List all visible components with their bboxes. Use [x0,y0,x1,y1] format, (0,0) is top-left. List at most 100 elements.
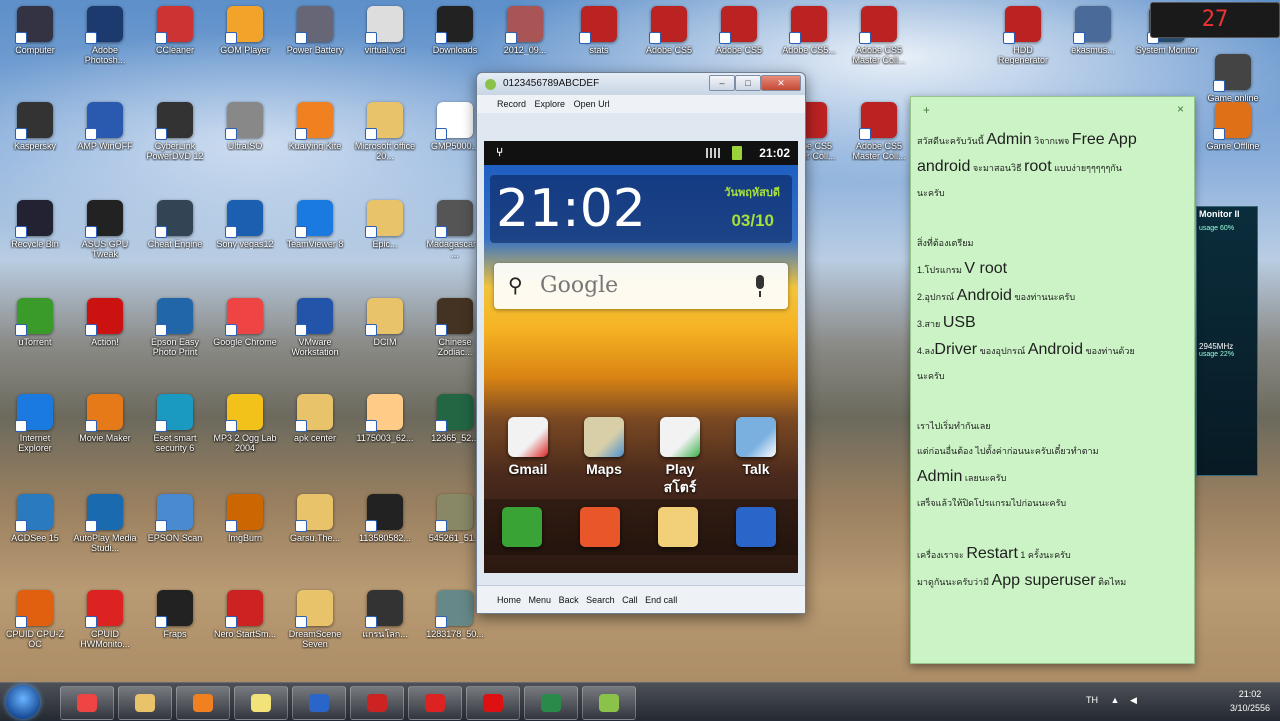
menu-record[interactable]: Record [497,99,526,109]
desktop-icon[interactable]: 2012_09... [492,4,558,55]
desktop-icon[interactable]: Epson Easy Photo Print [142,296,208,357]
app-gmail[interactable]: Gmail [496,417,560,477]
phone-icon[interactable] [502,507,542,547]
taskbar-network-button[interactable] [292,686,346,720]
home-button[interactable]: Home [497,595,521,605]
desktop-icon[interactable]: GOM Player [212,4,278,55]
phone-screen[interactable]: ⑂ 21:02 21:02 วันพฤหัสบดี 03/10 ⚲ Google… [484,141,798,573]
desktop-icon[interactable]: Kaspersky [2,100,68,151]
desktop-icon[interactable]: ACDSee 15 [2,492,68,543]
desktop-icon[interactable]: Garsu.The... [282,492,348,543]
desktop-icon[interactable]: Eset smart security 6 [142,392,208,453]
desktop-icon[interactable]: ASUS GPU Tweak [72,198,138,259]
desktop-icon[interactable]: TeamViewer 8 [282,198,348,249]
app-talk[interactable]: Talk [724,417,788,477]
clock[interactable]: 21:02 3/10/2556 [1230,687,1270,715]
desktop-icon[interactable]: Downloads [422,4,488,55]
desktop-icon[interactable]: DCIM [352,296,418,347]
desktop-icon[interactable]: Recycle Bin [2,198,68,249]
desktop-icon[interactable]: AutoPlay Media Studi... [72,492,138,553]
desktop-icon[interactable]: 113580582... [352,492,418,543]
desktop-icon[interactable]: Game Offline [1200,100,1266,151]
taskbar-explorer-button[interactable] [118,686,172,720]
taskbar-app-red-button[interactable] [350,686,404,720]
desktop-icon[interactable]: Nero StartSm... [212,588,278,639]
taskbar-media-player-button[interactable] [176,686,230,720]
desktop-icon[interactable]: Adobe CS5 Master Coll... [846,4,912,65]
taskbar-android-button[interactable] [582,686,636,720]
desktop-icon[interactable]: Adobe CS5 [636,4,702,55]
desktop-icon[interactable]: AMP WinOFF [72,100,138,151]
language-indicator[interactable]: TH [1086,695,1098,705]
taskbar-app-x-button[interactable] [408,686,462,720]
google-search-widget[interactable]: ⚲ Google [494,263,788,309]
clock-widget[interactable]: 21:02 วันพฤหัสบดี 03/10 [490,175,792,243]
desktop-icon[interactable]: Microsoft office 20... [352,100,418,161]
messaging-icon[interactable] [658,507,698,547]
desktop-icon[interactable]: Adobe CS5 Master Coll... [846,100,912,161]
desktop-icon[interactable]: CCleaner [142,4,208,55]
microphone-icon[interactable] [756,275,764,297]
taskbar-sticky-notes-button[interactable] [234,686,288,720]
desktop-icon[interactable]: Computer [2,4,68,55]
emulator-titlebar[interactable]: 0123456789ABCDEF – □ ✕ [477,73,805,95]
app-play[interactable]: Play สโตร์ [648,417,712,499]
desktop-icon[interactable]: Kuaiying Kite [282,100,348,151]
desktop-icon[interactable]: HDD Regenerator [990,4,1056,65]
desktop-icon[interactable]: CPUID CPU-Z OC [2,588,68,649]
start-button[interactable] [6,685,40,719]
desktop-icon[interactable]: CPUID HWMonito... [72,588,138,649]
taskbar-app-green-button[interactable] [524,686,578,720]
home-screen[interactable]: 21:02 วันพฤหัสบดี 03/10 ⚲ Google Gmail Ma… [484,165,798,573]
desktop-icon[interactable]: stats [566,4,632,55]
note-text[interactable]: สวัสดีนะครับวันนี้ Admin วิจากเพจ Free A… [917,127,1189,595]
desktop-icon[interactable]: virtual.vsd [352,4,418,55]
add-note-button[interactable]: + [923,103,930,117]
desktop-icon[interactable]: UltraISO [212,100,278,151]
desktop-icon[interactable]: Power Battery [282,4,348,55]
menu-button[interactable]: Menu [529,595,552,605]
close-button[interactable]: ✕ [761,75,801,91]
desktop-icon[interactable]: Adobe CS5 [706,4,772,55]
menu-open-url[interactable]: Open Url [574,99,610,109]
apps-icon[interactable] [736,507,776,547]
desktop-icon[interactable]: Game online [1200,52,1266,103]
taskbar-record-button[interactable] [466,686,520,720]
desktop-icon[interactable]: Cheat Engine [142,198,208,249]
sticky-note[interactable]: + × สวัสดีนะครับวันนี้ Admin วิจากเพจ Fr… [910,96,1195,664]
emulator-window[interactable]: 0123456789ABCDEF – □ ✕ Record Explore Op… [476,72,806,614]
tray-arrow-icon[interactable]: ▲ [1111,695,1120,705]
desktop-icon[interactable]: Adobe CS5... [776,4,842,55]
desktop-icon[interactable]: ImgBurn [212,492,278,543]
desktop-icon[interactable]: VMware Workstation [282,296,348,357]
desktop-icon[interactable]: CyberLink PowerDVD 12 [142,100,208,161]
desktop-icon[interactable]: Fraps [142,588,208,639]
app-maps[interactable]: Maps [572,417,636,477]
back-button[interactable]: Back [559,595,579,605]
desktop-icon[interactable]: uTorrent [2,296,68,347]
desktop-icon[interactable]: Internet Explorer [2,392,68,453]
desktop-icon[interactable]: DreamScene Seven [282,588,348,649]
taskbar-chrome-button[interactable] [60,686,114,720]
desktop-icon[interactable]: Google Chrome [212,296,278,347]
desktop-icon[interactable]: Epic... [352,198,418,249]
desktop-icon[interactable]: Adobe Photosh... [72,4,138,65]
contacts-icon[interactable] [580,507,620,547]
desktop-icon[interactable]: apk center [282,392,348,443]
desktop-icon[interactable]: Sony vegas12 [212,198,278,249]
desktop-icon[interactable]: 1175003_62... [352,392,418,443]
desktop-icon[interactable]: แกรนโลก... [352,588,418,639]
desktop-icon[interactable]: MP3 2 Ogg Lab 2004 [212,392,278,453]
volume-icon[interactable]: ◀ [1130,695,1137,705]
call-button[interactable]: Call [622,595,638,605]
desktop-icon[interactable]: ekasmus... [1060,4,1126,55]
desktop-icon[interactable]: EPSON Scan [142,492,208,543]
search-button[interactable]: Search [586,595,615,605]
minimize-button[interactable]: – [709,75,735,91]
close-note-button[interactable]: × [1177,102,1184,116]
menu-explore[interactable]: Explore [535,99,566,109]
desktop-icon[interactable]: Movie Maker [72,392,138,443]
maximize-button[interactable]: □ [735,75,761,91]
desktop-icon[interactable]: Action! [72,296,138,347]
end-call-button[interactable]: End call [645,595,677,605]
